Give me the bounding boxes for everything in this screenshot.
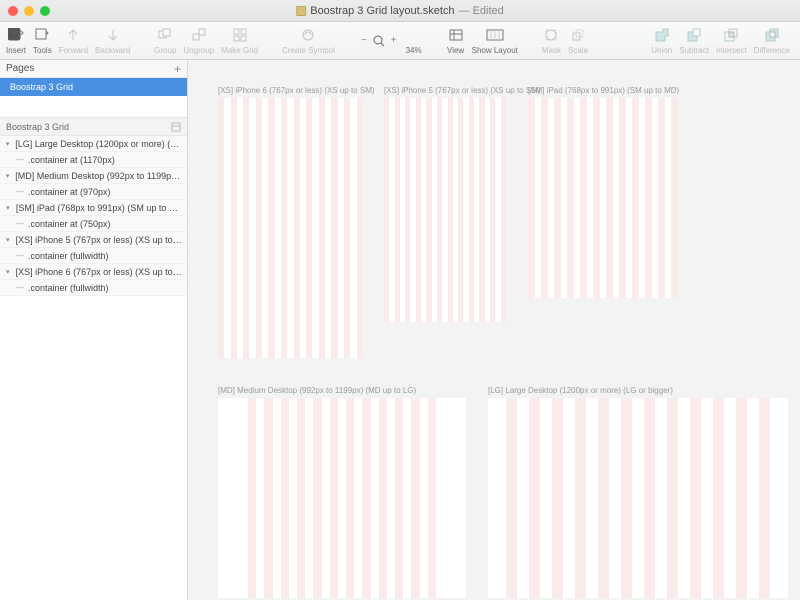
- edited-status: — Edited: [459, 5, 504, 17]
- insert-button[interactable]: + Insert: [6, 26, 26, 55]
- layer-icon: —: [16, 155, 24, 164]
- zoom-out-button[interactable]: −: [359, 35, 369, 46]
- artboard-list-icon[interactable]: [171, 122, 181, 132]
- disclosure-icon[interactable]: ▾: [4, 268, 12, 276]
- layer-icon: —: [16, 187, 24, 196]
- scale-button[interactable]: Scale: [568, 26, 588, 55]
- pages-header: Pages +: [0, 60, 187, 78]
- layers-header: Boostrap 3 Grid: [0, 118, 187, 136]
- artboard-label: [SM] iPad (768px to 991px) (SM up to MD): [528, 86, 679, 95]
- artboard-medium-desktop[interactable]: [MD] Medium Desktop (992px to 1199px) (M…: [218, 398, 466, 598]
- pages-label: Pages: [6, 63, 34, 74]
- layers-list: ▾ [LG] Large Desktop (1200px or more) (LG…: [0, 136, 187, 296]
- minimize-icon[interactable]: [24, 6, 34, 16]
- artboard-label: [XS] iPhone 6 (767px or less) (XS up to …: [218, 86, 375, 95]
- layer-item[interactable]: — .container (fullwidth): [0, 248, 187, 264]
- artboard-label: [MD] Medium Desktop (992px to 1199px) (M…: [218, 386, 416, 395]
- mask-button[interactable]: Mask: [542, 26, 561, 55]
- layer-icon: —: [16, 219, 24, 228]
- canvas[interactable]: [XS] iPhone 6 (767px or less) (XS up to …: [188, 60, 800, 600]
- layer-artboard[interactable]: ▾ [MD] Medium Desktop (992px to 1199px) (…: [0, 168, 187, 184]
- disclosure-icon[interactable]: ▾: [4, 236, 12, 244]
- layer-item[interactable]: — .container at (970px): [0, 184, 187, 200]
- filename: Boostrap 3 Grid layout.sketch: [310, 5, 454, 17]
- layer-artboard[interactable]: ▾ [SM] iPad (768px to 991px) (SM up to MD…: [0, 200, 187, 216]
- layer-artboard[interactable]: ▾ [XS] iPhone 5 (767px or less) (XS up to…: [0, 232, 187, 248]
- layer-label: [SM] iPad (768px to 991px) (SM up to MD): [16, 203, 183, 213]
- close-icon[interactable]: [8, 6, 18, 16]
- magnifier-icon: [373, 35, 385, 47]
- artboard-iphone6[interactable]: [XS] iPhone 6 (767px or less) (XS up to …: [218, 98, 363, 358]
- intersect-button[interactable]: Intersect: [716, 26, 747, 55]
- union-button[interactable]: Union: [651, 26, 672, 55]
- pages-spacer: [0, 96, 187, 118]
- zoom-control: − +: [359, 35, 399, 47]
- grid-columns: [528, 98, 678, 298]
- tools-button[interactable]: Tools: [33, 26, 52, 55]
- grid-columns: [506, 398, 770, 598]
- artboard-ipad[interactable]: [SM] iPad (768px to 991px) (SM up to MD): [528, 98, 678, 298]
- window-title: Boostrap 3 Grid layout.sketch — Edited: [296, 5, 504, 17]
- grid-columns: [384, 98, 506, 322]
- disclosure-icon[interactable]: ▾: [4, 204, 12, 212]
- page-item-active[interactable]: Boostrap 3 Grid: [0, 78, 187, 96]
- layer-label: .container at (1170px): [28, 155, 115, 165]
- layer-label: [XS] iPhone 6 (767px or less) (XS up to …: [16, 267, 183, 277]
- layer-label: .container (fullwidth): [28, 251, 109, 261]
- show-layout-button[interactable]: Show Layout: [472, 26, 518, 55]
- zoom-in-button[interactable]: +: [389, 35, 399, 46]
- forward-button[interactable]: Forward: [59, 26, 88, 55]
- layer-artboard[interactable]: ▾ [XS] iPhone 6 (767px or less) (XS up to…: [0, 264, 187, 280]
- maximize-icon[interactable]: [40, 6, 50, 16]
- artboard-large-desktop[interactable]: [LG] Large Desktop (1200px or more) (LG …: [488, 398, 788, 598]
- layer-icon: —: [16, 251, 24, 260]
- backward-button[interactable]: Backward: [95, 26, 130, 55]
- subtract-button[interactable]: Subtract: [679, 26, 709, 55]
- svg-text:+: +: [11, 29, 17, 40]
- layer-label: [MD] Medium Desktop (992px to 1199px) (M…: [15, 171, 183, 181]
- document-icon: [296, 6, 306, 16]
- layer-item[interactable]: — .container at (750px): [0, 216, 187, 232]
- artboard-label: [LG] Large Desktop (1200px or more) (LG …: [488, 386, 673, 395]
- view-button[interactable]: View: [447, 26, 465, 55]
- traffic-lights: [8, 6, 50, 16]
- window-titlebar: Boostrap 3 Grid layout.sketch — Edited: [0, 0, 800, 22]
- sidebar: Pages + Boostrap 3 Grid Boostrap 3 Grid …: [0, 60, 188, 600]
- layer-artboard[interactable]: ▾ [LG] Large Desktop (1200px or more) (LG…: [0, 136, 187, 152]
- add-page-button[interactable]: +: [174, 62, 181, 76]
- layer-label: .container at (750px): [28, 219, 111, 229]
- toolbar: + Insert Tools Forward Backward Group Un…: [0, 22, 800, 60]
- disclosure-icon[interactable]: ▾: [4, 140, 11, 148]
- make-grid-button[interactable]: Make Grid: [221, 26, 258, 55]
- artboard-iphone5[interactable]: [XS] iPhone 5 (767px or less) (XS up to …: [384, 98, 506, 322]
- layer-item[interactable]: — .container at (1170px): [0, 152, 187, 168]
- layer-label: [XS] iPhone 5 (767px or less) (XS up to …: [16, 235, 183, 245]
- layer-label: [LG] Large Desktop (1200px or more) (LG …: [15, 139, 183, 149]
- grid-columns: [248, 398, 436, 598]
- create-symbol-button[interactable]: Create Symbol: [282, 26, 335, 55]
- layer-label: .container (fullwidth): [28, 283, 109, 293]
- group-button[interactable]: Group: [154, 26, 176, 55]
- artboard-label: [XS] iPhone 5 (767px or less) (XS up to …: [384, 86, 541, 95]
- layer-icon: —: [16, 283, 24, 292]
- difference-button[interactable]: Difference: [754, 26, 790, 55]
- layer-item[interactable]: — .container (fullwidth): [0, 280, 187, 296]
- layer-label: .container at (970px): [28, 187, 111, 197]
- grid-columns: [218, 98, 363, 358]
- layers-page-name: Boostrap 3 Grid: [6, 122, 69, 132]
- ungroup-button[interactable]: Ungroup: [183, 26, 214, 55]
- disclosure-icon[interactable]: ▾: [4, 172, 11, 180]
- zoom-value-label: 34%: [405, 26, 423, 55]
